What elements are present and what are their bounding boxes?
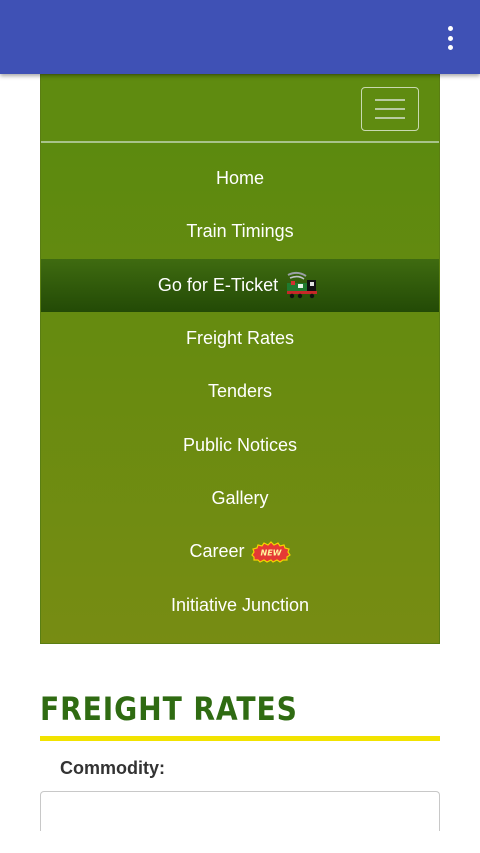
nav-item-label: Train Timings	[186, 221, 294, 242]
nav-item-train-timings[interactable]: Train Timings	[41, 205, 439, 258]
train-icon	[287, 272, 318, 299]
nav-menu: Home Train Timings Go for E-Ticket Freig…	[41, 143, 439, 643]
nav-item-label: Initiative Junction	[170, 594, 310, 615]
nav-item-home[interactable]: Home	[41, 152, 439, 205]
page-title: FREIGHT RATES	[40, 690, 298, 728]
nav-item-public-notices[interactable]: Public Notices	[41, 418, 439, 471]
title-underline	[40, 736, 440, 741]
navbar-header	[41, 75, 439, 143]
nav-item-e-ticket[interactable]: Go for E-Ticket	[41, 258, 439, 312]
nav-item-label: Go for E-Ticket	[157, 274, 279, 295]
nav-item-label: Career	[189, 541, 245, 562]
more-vert-icon[interactable]	[438, 24, 462, 52]
nav-item-initiative-junction[interactable]: Initiative Junction	[41, 578, 439, 631]
site-navbar: Home Train Timings Go for E-Ticket Freig…	[40, 74, 440, 644]
nav-item-label: Freight Rates	[185, 328, 295, 349]
nav-item-tenders[interactable]: Tenders	[41, 365, 439, 418]
nav-item-label: Home	[215, 168, 264, 189]
new-badge-icon: NEW	[250, 540, 291, 563]
nav-item-label: Tenders	[207, 381, 273, 402]
hamburger-menu-icon[interactable]	[361, 87, 419, 131]
nav-item-career[interactable]: Career NEW	[41, 525, 439, 578]
svg-text:NEW: NEW	[260, 548, 282, 557]
app-bar	[0, 0, 480, 74]
nav-item-label: Public Notices	[182, 434, 298, 455]
commodity-label: Commodity:	[60, 758, 165, 778]
nav-item-freight-rates[interactable]: Freight Rates	[41, 312, 439, 365]
commodity-select[interactable]	[40, 791, 440, 831]
nav-item-label: Gallery	[211, 487, 269, 508]
nav-item-gallery[interactable]: Gallery	[41, 472, 439, 525]
